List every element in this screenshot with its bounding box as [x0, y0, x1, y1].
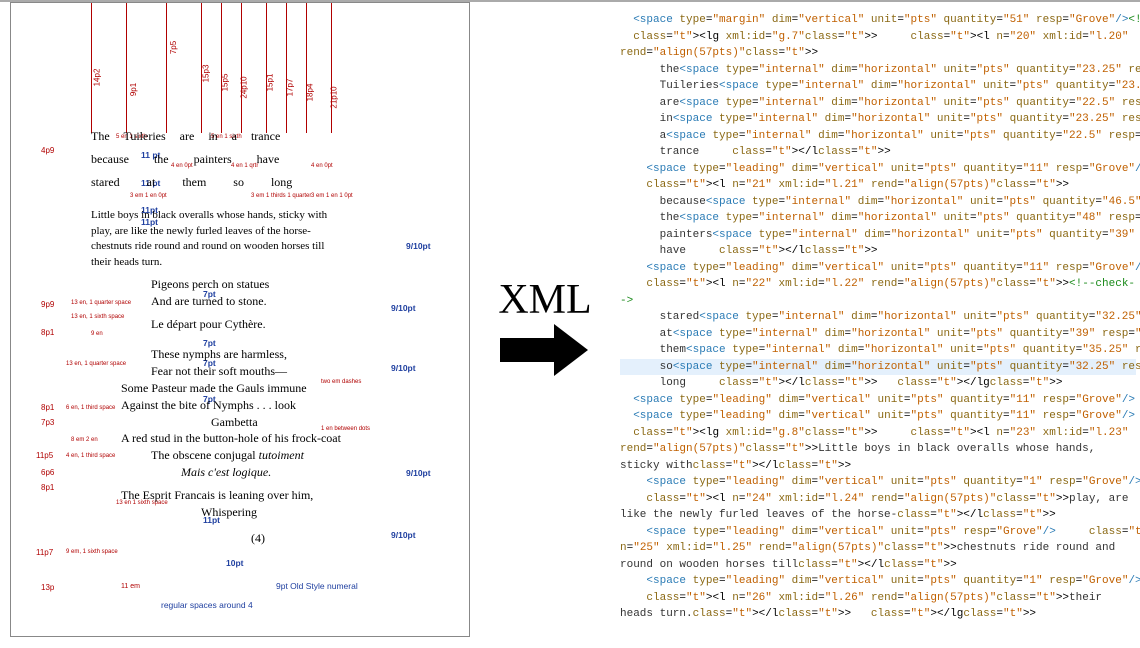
poem-line: Fear not their soft mouths—: [91, 363, 421, 380]
poem-line: their heads turn.: [91, 255, 421, 270]
ruler-label: 14p2: [92, 69, 101, 87]
poem-line: Gambetta: [91, 414, 421, 431]
poem-line: A red stud in the button-hole of his fro…: [91, 430, 421, 447]
poem-line: because the painters have: [91, 151, 421, 168]
poem-text: The Tuileries are in a trance because th…: [91, 128, 421, 547]
ruler-label: 9p1: [129, 83, 138, 96]
margin-measure: 11p7: [36, 548, 53, 557]
margin-measure: 8p1: [41, 403, 54, 412]
poem-line: stared at them so long: [91, 174, 421, 191]
margin-measure: 11p5: [36, 451, 53, 460]
footnote-label: 9pt Old Style numeral: [276, 581, 358, 591]
margin-measure: 8p1: [41, 483, 54, 492]
annotated-manuscript-panel: 14p2 9p1 7p5 15p3 15p5 24p10 15p1 17p7 1…: [10, 2, 470, 637]
poem-line: These nymphs are harmless,: [91, 346, 421, 363]
ruler-label: 15p3: [201, 65, 210, 83]
ruler-label: 15p5: [220, 74, 229, 92]
inline-measure: 11 em: [121, 583, 140, 590]
arrow-column: XML: [470, 2, 620, 648]
margin-measure: 13p: [41, 583, 54, 592]
footnote-label: regular spaces around 4: [161, 600, 253, 610]
xml-label: XML: [498, 276, 591, 324]
poem-line: Pigeons perch on statues: [91, 276, 421, 293]
margin-measure: 7p3: [41, 418, 54, 427]
inline-measure: 9 em, 1 sixth space: [66, 549, 118, 555]
ruler-label: 15p1: [265, 74, 274, 92]
poem-line: The Esprit Francais is leaning over him,: [91, 487, 421, 504]
poem-line: Little boys in black overalls whose hand…: [91, 208, 421, 223]
poem-line: Whispering: [91, 504, 421, 521]
ruler-label: 21p10: [330, 86, 339, 108]
poem-line: Mais c'est logique.: [91, 464, 421, 481]
ruler-label: 17p7: [285, 79, 294, 97]
ruler-label: 7p5: [169, 41, 178, 54]
margin-measure: 6p6: [41, 468, 54, 477]
poem-line: Against the bite of Nymphs . . . look: [91, 397, 421, 414]
margin-measure: 8p1: [41, 328, 54, 337]
leading-label: 10pt: [226, 558, 243, 568]
poem-line: Le départ pour Cythère.: [91, 316, 421, 333]
poem-line: (4): [91, 530, 421, 547]
poem-line: The obscene conjugal: [151, 448, 259, 462]
poem-line: Some Pasteur made the Gauls immune: [91, 380, 421, 397]
margin-measure: 9p9: [41, 300, 54, 309]
poem-line: The Tuileries are in a trance: [91, 128, 421, 145]
arrow-icon: [500, 324, 590, 374]
diagram-container: 14p2 9p1 7p5 15p3 15p5 24p10 15p1 17p7 1…: [0, 2, 1140, 648]
xml-code-panel: <space type="margin" dim="vertical" unit…: [620, 2, 1140, 648]
poem-line: play, are like the newly furled leaves o…: [91, 224, 421, 239]
margin-measure: 4p9: [41, 146, 54, 155]
ruler-label: 18p4: [305, 84, 314, 102]
poem-line: chestnuts ride round and round on wooden…: [91, 239, 421, 254]
ruler-label: 24p10: [240, 76, 249, 98]
poem-line: And are turned to stone.: [91, 293, 421, 310]
